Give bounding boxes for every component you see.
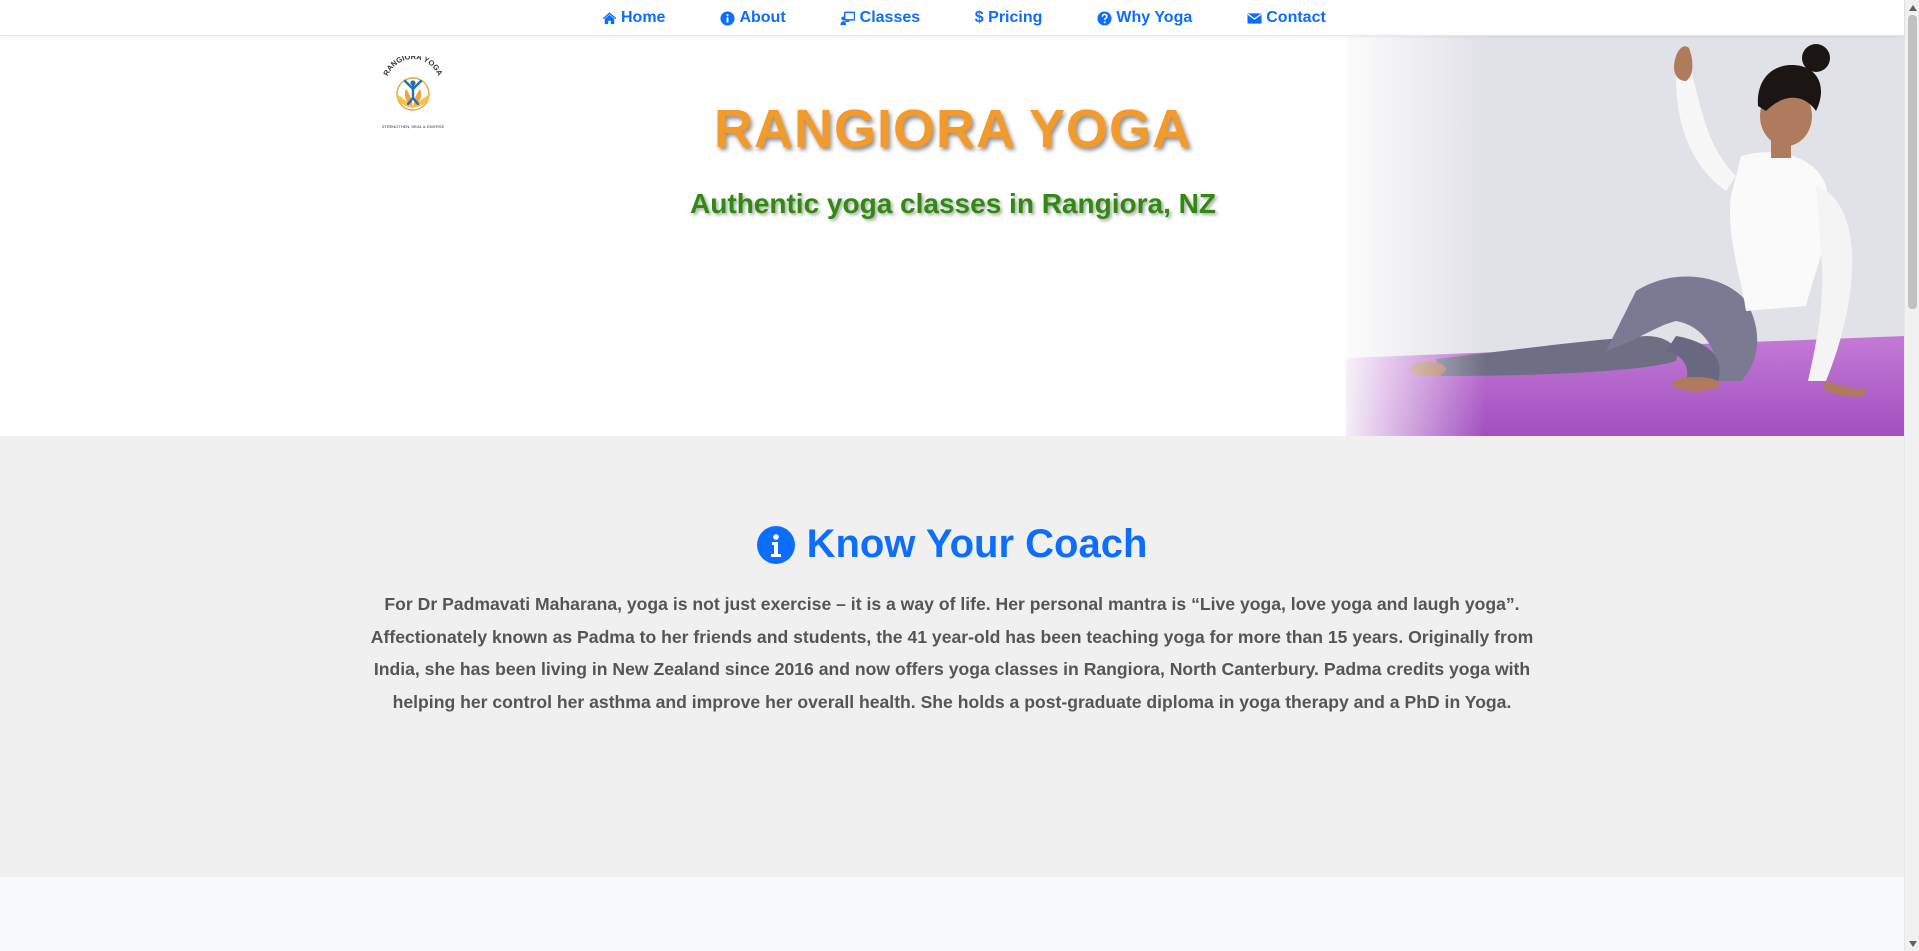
nav-item-pricing[interactable]: $ Pricing	[974, 9, 1043, 27]
scroll-up-arrow-icon[interactable]	[1905, 0, 1919, 15]
coach-section: Know Your Coach For Dr Padmavati Maharan…	[0, 436, 1904, 877]
question-circle-icon	[1096, 10, 1112, 26]
hero-title: RANGIORA YOGA	[713, 99, 1193, 159]
info-circle-icon	[719, 10, 735, 26]
hero-yoga-photo	[1346, 36, 1904, 436]
nav-label-contact: Contact	[1266, 9, 1326, 26]
coach-description: For Dr Padmavati Maharana, yoga is not j…	[370, 594, 1534, 712]
next-section	[0, 877, 1904, 951]
nav-label-about: About	[739, 9, 786, 26]
nav-label-why-yoga: Why Yoga	[1116, 9, 1193, 26]
nav-item-home[interactable]: Home	[601, 9, 665, 27]
page-scrollbar[interactable]	[1904, 0, 1919, 951]
nav-label-classes: Classes	[859, 9, 921, 26]
svg-text:RANGIORA YOGA: RANGIORA YOGA	[381, 56, 444, 78]
nav-list: Home About Classes $ Pricing Why Yoga Co…	[601, 0, 1326, 36]
info-circle-icon	[756, 525, 795, 564]
nav-label-home: Home	[621, 9, 666, 26]
site-logo[interactable]: RANGIORA YOGA STRENGTHEN, HEAL & DIVERSE	[376, 52, 450, 136]
nav-item-about[interactable]: About	[719, 9, 786, 27]
coach-heading: Know Your Coach	[806, 522, 1148, 566]
nav-item-why-yoga[interactable]: Why Yoga	[1096, 9, 1192, 27]
top-navbar: Home About Classes $ Pricing Why Yoga Co…	[0, 0, 1904, 36]
chalkboard-teacher-icon	[840, 10, 856, 26]
envelope-icon	[1246, 10, 1262, 26]
coach-heading-row: Know Your Coach	[0, 522, 1904, 567]
hero-subtitle: Authentic yoga classes in Rangiora, NZ	[690, 188, 1216, 219]
logo-tagline: STRENGTHEN, HEAL & DIVERSE	[382, 124, 445, 129]
nav-item-classes[interactable]: Classes	[840, 9, 921, 27]
dollar-icon: $	[974, 9, 984, 26]
nav-item-contact[interactable]: Contact	[1246, 9, 1326, 27]
hero-section: RANGIORA YOGA STRENGTHEN, HEAL & DIVERSE…	[0, 36, 1904, 436]
scrollbar-thumb[interactable]	[1908, 15, 1917, 309]
nav-label-pricing: Pricing	[988, 9, 1043, 26]
scroll-down-arrow-icon[interactable]	[1905, 936, 1919, 951]
home-icon	[601, 10, 617, 26]
